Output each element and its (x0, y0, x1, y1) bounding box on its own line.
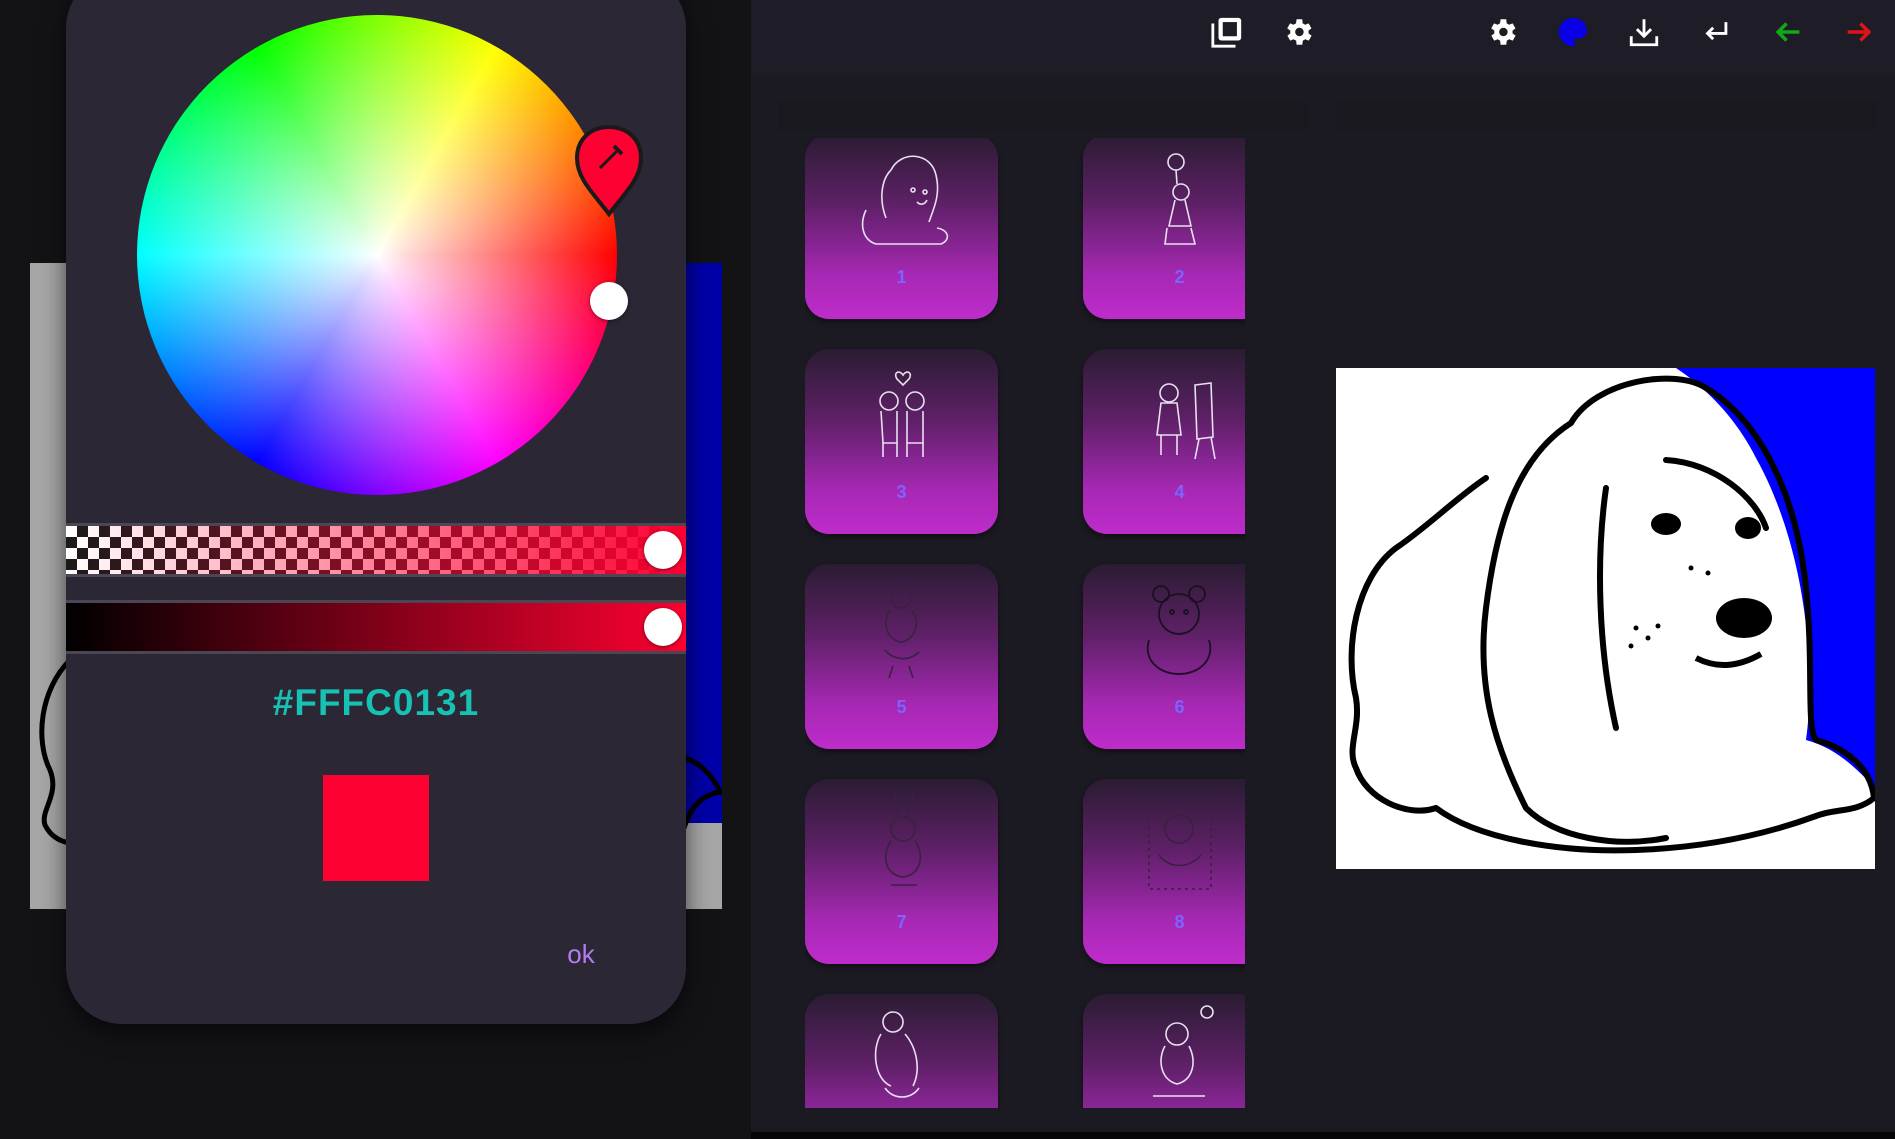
gallery-item-number: 6 (1174, 697, 1185, 717)
puppy-drawing-thumbnail (861, 155, 949, 245)
top-toolbar (751, 0, 1895, 75)
wheel-selector-handle[interactable] (590, 282, 628, 320)
selected-color-swatch (323, 775, 429, 881)
puppy-drawing-preview (1348, 368, 1875, 854)
dog-with-ball-drawing-thumbnail (1153, 1005, 1214, 1097)
gallery-item[interactable]: 4 (1083, 349, 1245, 534)
gallery-button[interactable] (1201, 6, 1253, 58)
return-icon (1705, 22, 1728, 41)
return-button[interactable] (1690, 6, 1742, 58)
gallery-item-number: 2 (1174, 267, 1185, 287)
brightness-slider-knob[interactable] (644, 608, 682, 646)
bottom-navigation-edge (751, 1132, 1895, 1139)
drawing-gallery: 1 2 3 4 5 6 7 8 (805, 138, 1245, 1108)
settings-button-2[interactable] (1476, 6, 1528, 58)
bunny-drawing-thumbnail (884, 792, 922, 886)
couple-drawing-thumbnail (879, 371, 925, 457)
gallery-item[interactable]: 7 (805, 779, 998, 964)
color-picker-dialog: #FFFC0131 ok (66, 0, 686, 1024)
brightness-slider[interactable] (66, 600, 686, 654)
gallery-item-number: 5 (896, 697, 907, 717)
redo-button[interactable] (1833, 6, 1885, 58)
undo-arrow-icon (1775, 22, 1800, 42)
coloring-app: 1 2 3 4 5 6 7 8 (751, 0, 1895, 1139)
gallery-item[interactable]: 5 (805, 564, 998, 749)
undo-button[interactable] (1762, 6, 1814, 58)
palette-button[interactable] (1547, 6, 1599, 58)
gallery-item[interactable] (1083, 994, 1245, 1108)
gallery-item[interactable]: 1 (805, 138, 998, 319)
teddy-bear-drawing-thumbnail (1146, 585, 1212, 675)
gallery-item-number: 1 (896, 267, 907, 287)
clown-drawing-thumbnail (1164, 153, 1197, 245)
palette-icon (1558, 17, 1587, 47)
ok-button[interactable]: ok (546, 934, 616, 974)
puppy-girl-drawing-thumbnail (874, 1011, 920, 1098)
gallery-item-number: 7 (896, 912, 907, 932)
garden-scene-drawing-thumbnail (1148, 798, 1212, 890)
gallery-icon (1211, 17, 1242, 48)
gallery-item[interactable] (805, 994, 998, 1108)
alpha-slider[interactable] (66, 523, 686, 577)
alpha-slider-knob[interactable] (644, 531, 682, 569)
gallery-header-bar (778, 101, 1308, 130)
settings-icon (1491, 19, 1516, 45)
gallery-item-number: 3 (896, 482, 907, 502)
redo-arrow-icon (1847, 22, 1872, 42)
preview-fill-region (1676, 368, 1875, 788)
gallery-item[interactable]: 2 (1083, 138, 1245, 319)
gallery-item[interactable]: 8 (1083, 779, 1245, 964)
gallery-item-number: 4 (1174, 482, 1185, 502)
hex-color-value: #FFFC0131 (272, 682, 480, 723)
preview-header-bar (1337, 101, 1877, 130)
settings-icon (1287, 19, 1312, 45)
gallery-item[interactable]: 3 (805, 349, 998, 534)
download-button[interactable] (1618, 6, 1670, 58)
dog-eye-left (1651, 513, 1681, 535)
gallery-item-number: 8 (1174, 912, 1185, 932)
dog-eye-right (1735, 517, 1761, 539)
settings-button[interactable] (1272, 6, 1324, 58)
color-wheel[interactable] (137, 15, 617, 495)
download-icon (1629, 19, 1659, 47)
painter-drawing-thumbnail (1156, 382, 1216, 460)
dog-nose (1716, 598, 1772, 638)
drawing-preview[interactable] (1336, 368, 1875, 869)
flower-creature-drawing-thumbnail (884, 587, 920, 679)
gallery-item[interactable]: 6 (1083, 564, 1245, 749)
